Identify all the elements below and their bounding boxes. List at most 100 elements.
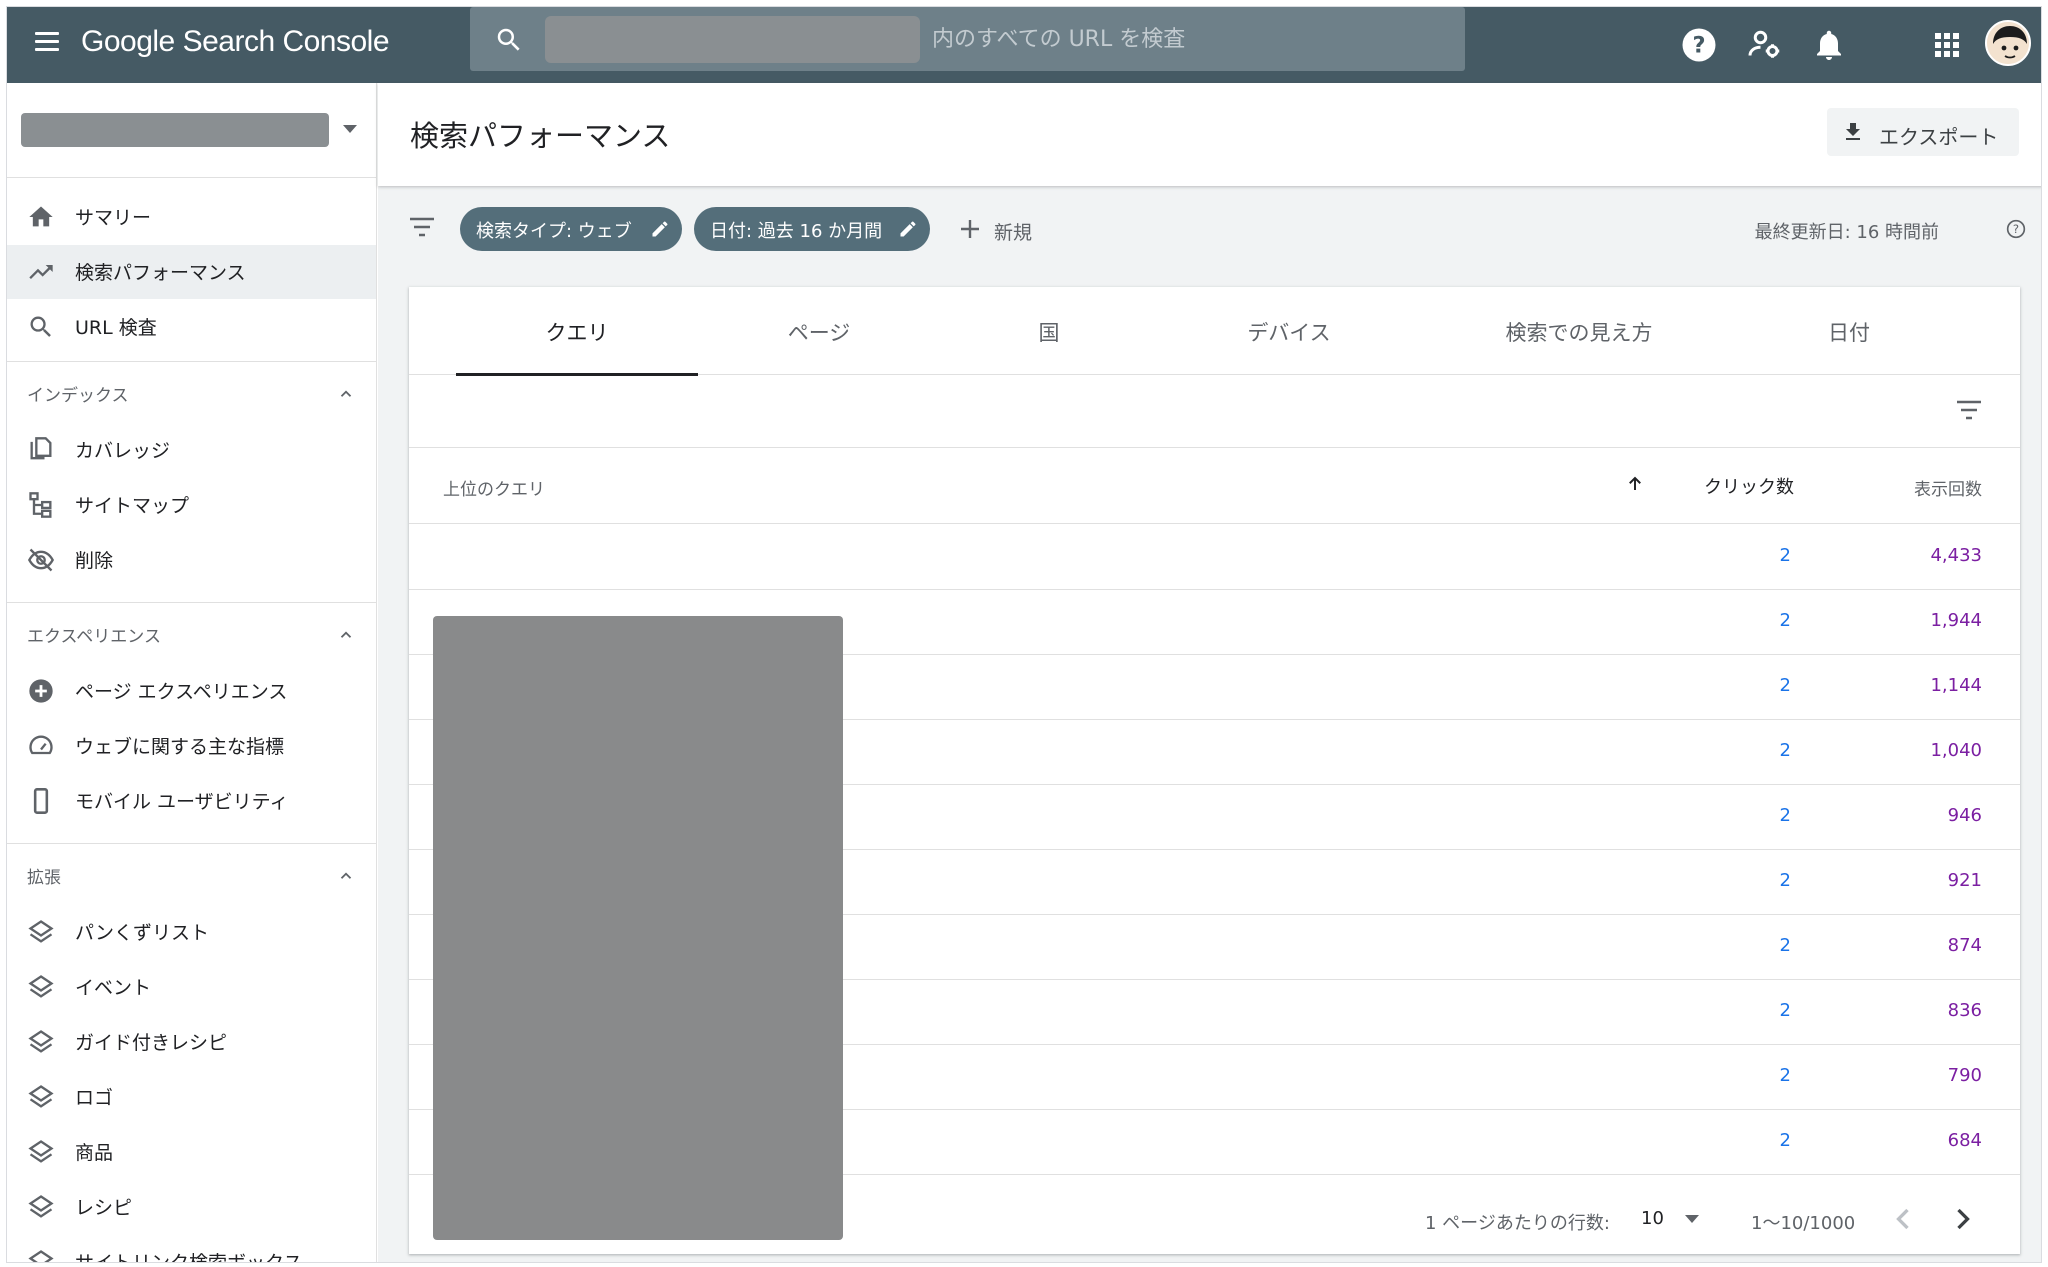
cell-impressions: 4,433	[1930, 545, 1982, 566]
help-icon[interactable]: ?	[1681, 27, 1717, 63]
tab-date[interactable]: 日付	[1749, 287, 1949, 375]
cell-clicks: 2	[1779, 805, 1791, 826]
sidebar-divider	[7, 843, 376, 844]
sidebar-item-performance[interactable]: 検索パフォーマンス	[7, 245, 376, 299]
cell-impressions: 836	[1947, 1000, 1982, 1021]
sidebar-item-products[interactable]: 商品	[7, 1125, 376, 1179]
sidebar-divider	[7, 177, 376, 178]
tab-device[interactable]: デバイス	[1169, 287, 1409, 375]
sidebar-item-page-experience[interactable]: ページ エクスペリエンス	[7, 664, 376, 718]
sidebar-item-breadcrumbs[interactable]: パンくずリスト	[7, 905, 376, 959]
cell-clicks: 2	[1779, 1130, 1791, 1151]
smartphone-icon	[33, 788, 49, 814]
tab-label: 検索での見え方	[1505, 321, 1653, 345]
redacted-property-name	[21, 113, 329, 147]
tab-search-appearance[interactable]: 検索での見え方	[1439, 287, 1719, 375]
cell-clicks: 2	[1779, 870, 1791, 891]
sidebar-item-core-web-vitals[interactable]: ウェブに関する主な指標	[7, 719, 376, 773]
help-outline-icon[interactable]: ?	[2006, 219, 2026, 239]
dimension-tabs: クエリ ページ 国 デバイス 検索での見え方 日付	[409, 287, 2020, 376]
search-input[interactable]	[932, 19, 1432, 59]
tab-label: ページ	[787, 321, 851, 345]
section-title: 拡張	[27, 868, 61, 888]
sidebar-item-coverage[interactable]: カバレッジ	[7, 423, 376, 477]
pagination-bar: 1 ページあたりの行数: 10 1〜10/1000	[409, 1185, 2020, 1254]
apps-grid-icon[interactable]	[1929, 27, 1965, 63]
sidebar-item-mobile-usability[interactable]: モバイル ユーザビリティ	[7, 774, 376, 828]
table-filter-icon[interactable]	[1955, 399, 1983, 421]
sidebar-item-events[interactable]: イベント	[7, 960, 376, 1014]
chevron-left-icon[interactable]	[1885, 1201, 1921, 1237]
add-filter-button[interactable]: 新規	[958, 207, 1058, 251]
sidebar-item-sitelinks-searchbox[interactable]: サイトリンク検索ボックス	[7, 1235, 376, 1262]
section-experience-header[interactable]: エクスペリエンス	[7, 614, 376, 654]
sidebar-item-label: パンくずリスト	[75, 922, 209, 944]
tab-page[interactable]: ページ	[709, 287, 929, 375]
svg-text:?: ?	[2013, 222, 2019, 236]
sitemap-icon	[29, 492, 52, 518]
rows-per-page-select[interactable]: 10	[1641, 1203, 1717, 1237]
sidebar-item-label: 削除	[75, 550, 114, 572]
cell-clicks: 2	[1779, 610, 1791, 631]
last-updated-text: 最終更新日: 16 時間前	[1754, 222, 1939, 243]
sidebar-item-label: サマリー	[75, 207, 152, 229]
sidebar-item-logo[interactable]: ロゴ	[7, 1070, 376, 1124]
section-enhancements-header[interactable]: 拡張	[7, 855, 376, 895]
sidebar-item-removals[interactable]: 削除	[7, 533, 376, 587]
tab-country[interactable]: 国	[949, 287, 1149, 375]
sort-arrow-up-icon[interactable]	[1626, 475, 1644, 493]
chip-label: 検索タイプ: ウェブ	[476, 221, 632, 242]
column-header-clicks[interactable]: クリック数	[1704, 473, 1794, 499]
user-settings-icon[interactable]	[1747, 27, 1783, 63]
chip-date-range[interactable]: 日付: 過去 16 か月間	[694, 207, 930, 251]
chevron-right-icon[interactable]	[1945, 1201, 1981, 1237]
url-inspection-search[interactable]	[470, 7, 1465, 71]
cell-impressions: 1,040	[1930, 740, 1982, 761]
layers-icon	[28, 975, 54, 998]
add-filter-label: 新規	[994, 222, 1033, 244]
edit-pencil-icon	[900, 221, 916, 237]
redacted-property-name	[545, 16, 920, 63]
sidebar-item-url-inspection[interactable]: URL 検査	[7, 300, 376, 354]
cell-clicks: 2	[1779, 675, 1791, 696]
chip-search-type[interactable]: 検索タイプ: ウェブ	[460, 207, 682, 251]
layers-icon	[28, 1250, 54, 1262]
plus-icon	[961, 220, 979, 238]
layers-icon	[28, 920, 54, 943]
search-icon[interactable]	[494, 25, 524, 55]
account-avatar[interactable]	[1985, 20, 2031, 66]
product-logo: Google Search Console	[81, 25, 390, 58]
section-index-header[interactable]: インデックス	[7, 373, 376, 413]
sidebar: サマリー 検索パフォーマンス URL 検査 インデックス カバレッジ サイトマッ…	[7, 83, 377, 1262]
copy-pages-icon	[30, 437, 52, 460]
cell-impressions: 1,944	[1930, 610, 1982, 631]
sidebar-item-summary[interactable]: サマリー	[7, 190, 376, 244]
table-row[interactable]: 2 4,433	[409, 525, 2020, 590]
property-selector[interactable]	[21, 113, 361, 147]
cell-impressions: 921	[1947, 870, 1982, 891]
sidebar-item-recipes[interactable]: レシピ	[7, 1180, 376, 1234]
sidebar-item-sitemaps[interactable]: サイトマップ	[7, 478, 376, 532]
main-menu-icon[interactable]	[27, 27, 67, 63]
cell-impressions: 874	[1947, 935, 1982, 956]
tab-query[interactable]: クエリ	[456, 287, 698, 376]
sidebar-item-guided-recipes[interactable]: ガイド付きレシピ	[7, 1015, 376, 1069]
notifications-icon[interactable]	[1811, 27, 1847, 63]
page-title: 検索パフォーマンス	[410, 119, 671, 153]
column-header-query: 上位のクエリ	[443, 480, 545, 500]
column-header-impressions[interactable]: 表示回数	[1914, 475, 1982, 500]
chevron-up-icon	[340, 390, 352, 397]
sidebar-item-label: ウェブに関する主な指標	[75, 736, 285, 758]
chevron-up-icon	[340, 872, 352, 879]
cell-clicks: 2	[1779, 740, 1791, 761]
filter-icon[interactable]	[408, 216, 436, 238]
cell-impressions: 1,144	[1930, 675, 1982, 696]
home-icon	[29, 206, 53, 227]
sidebar-item-label: 検索パフォーマンス	[75, 262, 246, 284]
results-card: クエリ ページ 国 デバイス 検索での見え方 日付 上位のクエリ クリック数 表…	[409, 287, 2020, 1254]
active-tab-indicator	[456, 373, 698, 376]
export-button[interactable]: エクスポート	[1827, 108, 2019, 156]
layers-icon	[28, 1140, 54, 1163]
sidebar-divider	[7, 361, 376, 362]
cell-clicks: 2	[1779, 545, 1791, 566]
